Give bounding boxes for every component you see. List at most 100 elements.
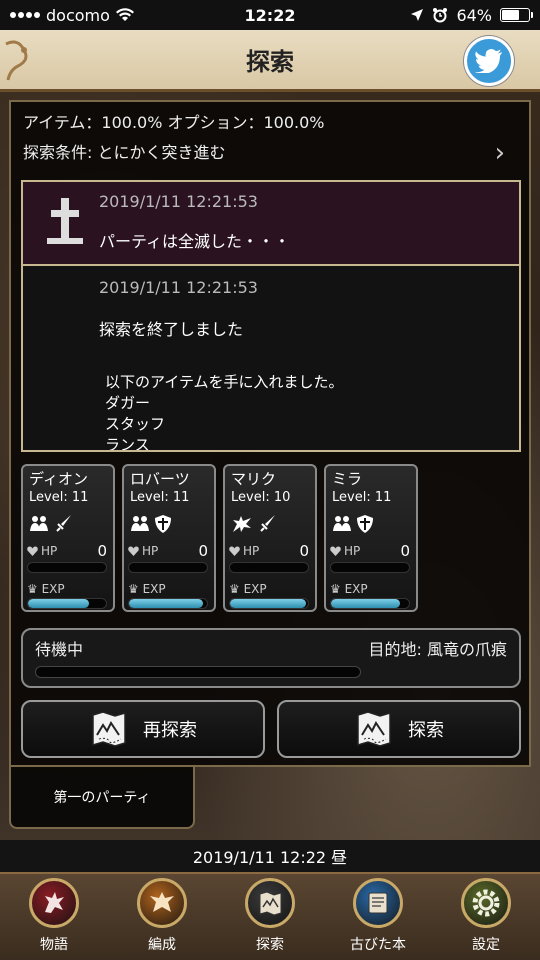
griffin-emblem-icon: [29, 878, 79, 928]
destination: 目的地: 風竜の爪痕: [368, 640, 507, 659]
log-item-list: 以下のアイテムを手に入れました。 ダガー スタッフ ランス: [105, 372, 344, 452]
shield-icon: [357, 515, 373, 533]
nav-story[interactable]: 物語: [6, 874, 102, 954]
hp-value: 0: [400, 542, 410, 560]
member-card[interactable]: ロバーツ Level: 11 HP 0 ♛ EXP: [122, 464, 216, 612]
log-message: 探索を終了しました: [99, 320, 244, 339]
member-name: マリク: [231, 470, 277, 488]
signal-icon: [10, 12, 40, 18]
human-icon: [131, 516, 149, 531]
member-level: Level: 10: [231, 490, 291, 505]
member-level: Level: 11: [130, 490, 190, 505]
battery-icon: [500, 8, 533, 22]
exploration-status: 待機中 目的地: 風竜の爪痕: [21, 628, 521, 688]
exp-label: ♛ EXP: [27, 582, 65, 596]
exp-bar: [330, 598, 410, 609]
member-name: ディオン: [29, 470, 88, 488]
member-card[interactable]: ミラ Level: 11 HP 0 ♛ EXP: [324, 464, 418, 612]
nav-settings[interactable]: 設定: [438, 874, 534, 954]
log-timestamp: 2019/1/11 12:21:53: [99, 278, 258, 297]
exploration-log[interactable]: 2019/1/11 12:21:53 パーティは全滅した・・・ 2019/1/1…: [21, 180, 521, 452]
dragon-icon: [233, 516, 251, 532]
hp-bar: [229, 562, 309, 573]
wifi-icon: [115, 8, 134, 21]
exp-label: ♛ EXP: [128, 582, 166, 596]
progress-bar: [35, 666, 361, 678]
gear-icon: [461, 878, 511, 928]
member-level: Level: 11: [332, 490, 392, 505]
book-scroll-icon: [353, 878, 403, 928]
hp-label: HP: [243, 544, 260, 558]
header: 探索: [0, 30, 540, 92]
hp-bar: [27, 562, 107, 573]
sword-icon: [56, 515, 71, 532]
human-icon: [30, 516, 48, 531]
clock: 12:22: [244, 5, 296, 25]
nav-label: 物語: [40, 937, 68, 953]
log-item: ランス: [105, 436, 150, 452]
exploration-condition: 探索条件: とにかく突き進む: [23, 143, 226, 162]
heart-icon: [27, 546, 38, 556]
explore-button[interactable]: 探索: [277, 700, 521, 758]
log-message: パーティは全滅した・・・: [99, 232, 291, 251]
log-timestamp: 2019/1/11 12:21:53: [99, 192, 258, 211]
nav-label: 編成: [148, 937, 176, 953]
hp-bar: [330, 562, 410, 573]
hp-value: 0: [299, 542, 309, 560]
party-tab[interactable]: 第一のパーティ: [9, 767, 195, 829]
ornament-icon: [5, 40, 28, 81]
nav-explore[interactable]: 探索: [222, 874, 318, 954]
exp-bar: [229, 598, 309, 609]
page-title: 探索: [246, 48, 294, 76]
sword-icon: [260, 515, 275, 532]
re-explore-label: 再探索: [143, 720, 197, 741]
alarm-icon: [433, 8, 448, 23]
heart-icon: [330, 546, 341, 556]
carrier-label: docomo: [46, 5, 110, 25]
member-level: Level: 11: [29, 490, 89, 505]
re-explore-button[interactable]: 再探索: [21, 700, 265, 758]
member-name: ミラ: [332, 470, 363, 488]
log-detail: 以下のアイテムを手に入れました。: [105, 373, 344, 391]
explore-label: 探索: [408, 720, 444, 741]
nav-label: 探索: [256, 937, 284, 953]
exploration-info: アイテム：100.0% オプション：100.0% 探索条件: とにかく突き進む …: [23, 110, 517, 170]
battery-percent: 64%: [456, 5, 492, 25]
hp-value: 0: [97, 542, 107, 560]
nav-label: 設定: [472, 937, 500, 953]
hp-value: 0: [198, 542, 208, 560]
drop-rates: アイテム：100.0% オプション：100.0%: [23, 113, 325, 132]
hp-label: HP: [344, 544, 361, 558]
chevron-right-icon: ›: [494, 138, 505, 168]
status-bar: docomo 12:22 64%: [0, 0, 540, 30]
log-entry: 2019/1/11 12:21:53 パーティは全滅した・・・: [23, 182, 519, 266]
member-card[interactable]: マリク Level: 10 HP 0 ♛ EXP: [223, 464, 317, 612]
nav-old-book[interactable]: 古びた本: [330, 874, 426, 954]
exp-bar: [128, 598, 208, 609]
human-icon: [333, 516, 351, 531]
bottom-nav: 物語 編成 探索 古びた本 設定: [0, 872, 540, 960]
heart-icon: [128, 546, 139, 556]
gravestone-icon: [47, 198, 83, 244]
exp-label: ♛ EXP: [330, 582, 368, 596]
exploration-panel: アイテム：100.0% オプション：100.0% 探索条件: とにかく突き進む …: [9, 100, 531, 767]
hp-label: HP: [41, 544, 58, 558]
log-item: スタッフ: [105, 415, 166, 433]
member-name: ロバーツ: [130, 470, 190, 488]
nav-label: 古びた本: [350, 937, 406, 953]
party-members: ディオン Level: 11 HP 0 ♛ EXP ロバーツ Level: 11: [21, 464, 421, 612]
location-icon: [411, 9, 424, 21]
log-item: ダガー: [105, 394, 151, 412]
hp-label: HP: [142, 544, 159, 558]
heart-icon: [229, 546, 240, 556]
game-datetime: 2019/1/11 12:22 昼: [0, 840, 540, 872]
eagle-emblem-icon: [137, 878, 187, 928]
condition-row[interactable]: 探索条件: とにかく突き進む ›: [23, 136, 517, 170]
map-icon: [357, 711, 391, 747]
twitter-share-button[interactable]: [464, 36, 514, 86]
status-state: 待機中: [35, 640, 84, 659]
member-card[interactable]: ディオン Level: 11 HP 0 ♛ EXP: [21, 464, 115, 612]
nav-formation[interactable]: 編成: [114, 874, 210, 954]
log-entry: 2019/1/11 12:21:53 探索を終了しました 以下のアイテムを手に入…: [23, 266, 519, 452]
exp-label: ♛ EXP: [229, 582, 267, 596]
